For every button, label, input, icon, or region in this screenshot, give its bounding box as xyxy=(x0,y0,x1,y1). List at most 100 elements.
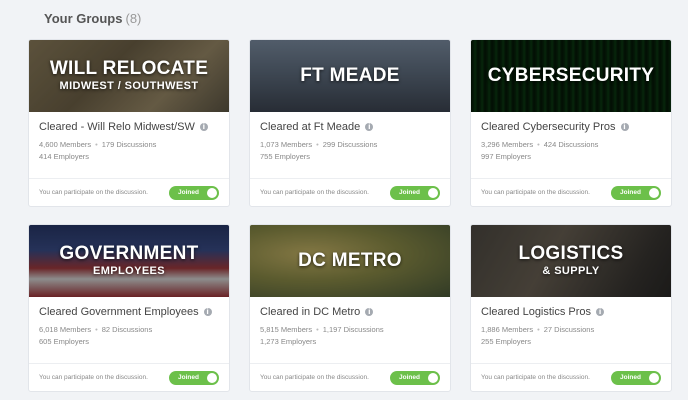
banner-title: DC METRO xyxy=(298,250,402,271)
group-stats: 5,815 Members • 1,197 Discussions 1,273 Em… xyxy=(260,324,440,348)
info-icon[interactable]: i xyxy=(620,123,629,131)
banner-subtitle: & SUPPLY xyxy=(542,265,600,277)
toggle-label: Joined xyxy=(178,188,199,196)
participation-note: You can participate on the discussion. xyxy=(39,189,148,196)
discussions-count: 82 Discussions xyxy=(101,325,153,334)
group-title-row: Cleared Logistics Pros i xyxy=(481,306,661,318)
group-body: Cleared Cybersecurity Pros i 3,296 Membe… xyxy=(471,112,671,163)
group-body: Cleared Government Employees i 6,018 Mem… xyxy=(29,297,229,348)
discussions-count: 27 Discussions xyxy=(543,325,595,334)
group-body: Cleared at Ft Meade i 1,073 Members • 299 … xyxy=(250,112,450,163)
group-banner[interactable]: LOGISTICS & SUPPLY xyxy=(471,225,671,297)
joined-toggle[interactable]: Joined xyxy=(169,185,219,200)
banner-subtitle: EMPLOYEES xyxy=(92,265,166,277)
employers-count: 414 Employers xyxy=(39,152,90,161)
banner-subtitle: MIDWEST / SOUTHWEST xyxy=(59,80,199,92)
group-card[interactable]: GOVERNMENT EMPLOYEES Cleared Government … xyxy=(28,224,230,392)
info-icon[interactable]: i xyxy=(596,308,605,316)
participation-note: You can participate on the discussion. xyxy=(481,189,590,196)
members-count: 3,296 Members xyxy=(481,140,534,149)
group-body: Cleared Logistics Pros i 1,886 Members • 2… xyxy=(471,297,671,348)
group-body: Cleared - Will Relo Midwest/SW i 4,600 M… xyxy=(29,112,229,163)
employers-count: 755 Employers xyxy=(260,152,311,161)
group-banner[interactable]: GOVERNMENT EMPLOYEES xyxy=(29,225,229,297)
group-title[interactable]: Cleared at Ft Meade xyxy=(260,121,360,133)
members-count: 6,018 Members xyxy=(39,325,92,334)
employers-count: 605 Employers xyxy=(39,337,90,346)
group-footer: You can participate on the discussion. J… xyxy=(29,363,229,391)
group-banner[interactable]: DC METRO xyxy=(250,225,450,297)
discussions-count: 179 Discussions xyxy=(101,140,157,149)
toggle-knob xyxy=(649,372,659,383)
group-title[interactable]: Cleared Government Employees xyxy=(39,306,199,318)
employers-count: 255 Employers xyxy=(481,337,532,346)
joined-toggle[interactable]: Joined xyxy=(390,370,440,385)
banner-title: GOVERNMENT xyxy=(59,243,199,264)
joined-toggle[interactable]: Joined xyxy=(611,185,661,200)
joined-toggle[interactable]: Joined xyxy=(390,185,440,200)
separator-dot: • xyxy=(316,325,319,334)
employers-count: 997 Employers xyxy=(481,152,532,161)
group-banner[interactable]: FT MEADE xyxy=(250,40,450,112)
group-footer: You can participate on the discussion. J… xyxy=(471,363,671,391)
toggle-label: Joined xyxy=(399,373,420,381)
group-stats: 1,073 Members • 299 Discussions 755 Employ… xyxy=(260,139,440,163)
toggle-label: Joined xyxy=(399,188,420,196)
group-footer: You can participate on the discussion. J… xyxy=(29,178,229,206)
members-count: 1,073 Members xyxy=(260,140,313,149)
group-title-row: Cleared Government Employees i xyxy=(39,306,219,318)
group-title-row: Cleared - Will Relo Midwest/SW i xyxy=(39,121,219,133)
participation-note: You can participate on the discussion. xyxy=(260,189,369,196)
group-card[interactable]: WILL RELOCATE MIDWEST / SOUTHWEST Cleare… xyxy=(28,39,230,207)
group-title-row: Cleared Cybersecurity Pros i xyxy=(481,121,661,133)
group-card[interactable]: CYBERSECURITY Cleared Cybersecurity Pros… xyxy=(470,39,672,207)
groups-grid: WILL RELOCATE MIDWEST / SOUTHWEST Cleare… xyxy=(0,0,688,400)
group-body: Cleared in DC Metro i 5,815 Members • 1,19… xyxy=(250,297,450,348)
members-count: 1,886 Members xyxy=(481,325,534,334)
banner-title: LOGISTICS xyxy=(518,243,624,264)
group-footer: You can participate on the discussion. J… xyxy=(250,363,450,391)
members-count: 5,815 Members xyxy=(260,325,313,334)
group-title[interactable]: Cleared in DC Metro xyxy=(260,306,360,318)
group-stats: 6,018 Members • 82 Discussions 605 Employe… xyxy=(39,324,219,348)
group-card[interactable]: FT MEADE Cleared at Ft Meade i 1,073 Mem… xyxy=(249,39,451,207)
toggle-label: Joined xyxy=(178,373,199,381)
group-banner[interactable]: WILL RELOCATE MIDWEST / SOUTHWEST xyxy=(29,40,229,112)
toggle-knob xyxy=(428,372,438,383)
participation-note: You can participate on the discussion. xyxy=(260,374,369,381)
toggle-knob xyxy=(428,187,438,198)
discussions-count: 424 Discussions xyxy=(543,140,599,149)
group-title-row: Cleared in DC Metro i xyxy=(260,306,440,318)
group-footer: You can participate on the discussion. J… xyxy=(471,178,671,206)
discussions-count: 299 Discussions xyxy=(322,140,378,149)
group-title[interactable]: Cleared Cybersecurity Pros xyxy=(481,121,616,133)
joined-toggle[interactable]: Joined xyxy=(169,370,219,385)
group-title[interactable]: Cleared - Will Relo Midwest/SW xyxy=(39,121,195,133)
toggle-label: Joined xyxy=(620,188,641,196)
group-title-row: Cleared at Ft Meade i xyxy=(260,121,440,133)
participation-note: You can participate on the discussion. xyxy=(39,374,148,381)
banner-title: WILL RELOCATE xyxy=(49,58,209,79)
separator-dot: • xyxy=(316,140,319,149)
toggle-label: Joined xyxy=(620,373,641,381)
group-footer: You can participate on the discussion. J… xyxy=(250,178,450,206)
members-count: 4,600 Members xyxy=(39,140,92,149)
info-icon[interactable]: i xyxy=(365,123,374,131)
group-stats: 1,886 Members • 27 Discussions 255 Employe… xyxy=(481,324,661,348)
info-icon[interactable]: i xyxy=(199,123,208,131)
group-banner[interactable]: CYBERSECURITY xyxy=(471,40,671,112)
toggle-knob xyxy=(207,372,217,383)
separator-dot: • xyxy=(537,140,540,149)
banner-title: FT MEADE xyxy=(300,65,400,86)
joined-toggle[interactable]: Joined xyxy=(611,370,661,385)
separator-dot: • xyxy=(95,325,98,334)
group-card[interactable]: LOGISTICS & SUPPLY Cleared Logistics Pro… xyxy=(470,224,672,392)
toggle-knob xyxy=(649,187,659,198)
info-icon[interactable]: i xyxy=(203,308,212,316)
banner-title: CYBERSECURITY xyxy=(487,65,655,86)
group-title[interactable]: Cleared Logistics Pros xyxy=(481,306,591,318)
info-icon[interactable]: i xyxy=(365,308,374,316)
discussions-count: 1,197 Discussions xyxy=(322,325,384,334)
group-card[interactable]: DC METRO Cleared in DC Metro i 5,815 Mem… xyxy=(249,224,451,392)
participation-note: You can participate on the discussion. xyxy=(481,374,590,381)
